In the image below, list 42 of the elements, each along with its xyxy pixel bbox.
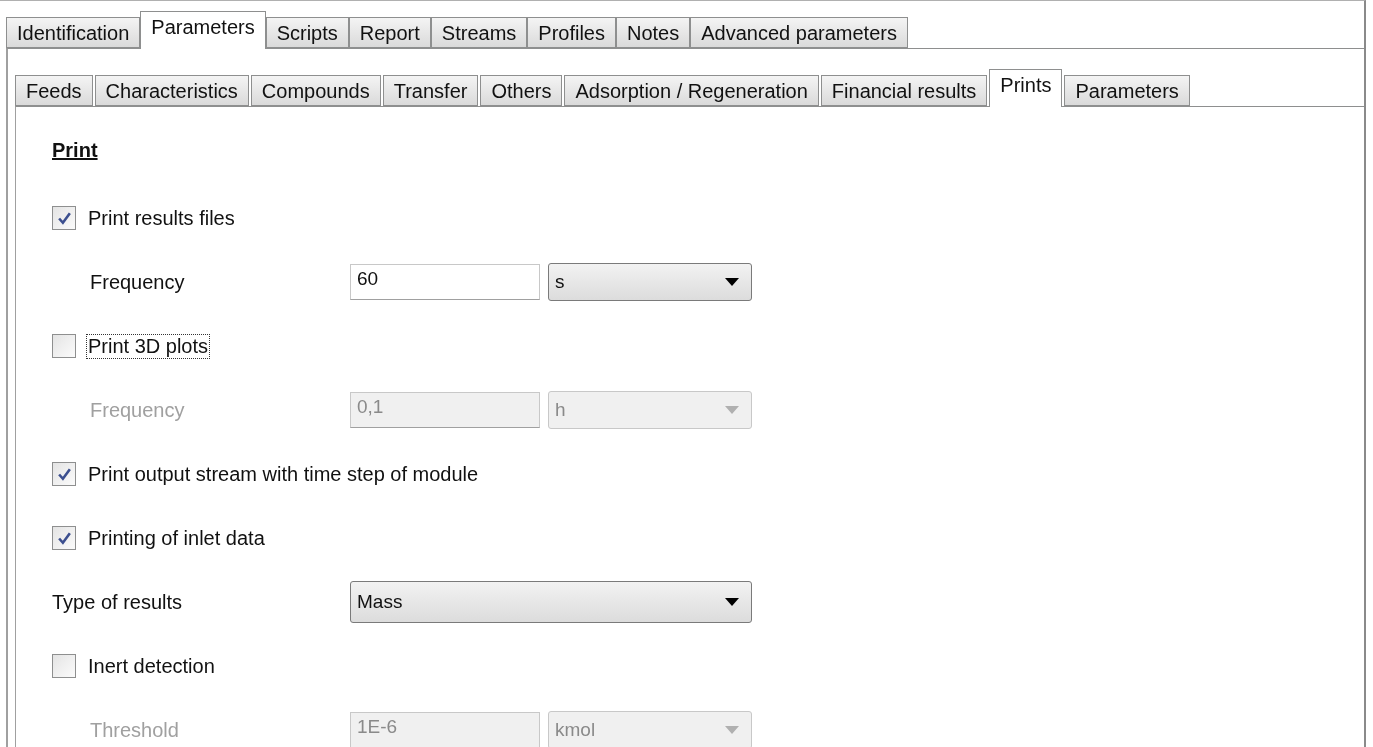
tab[interactable]: Adsorption / Regeneration	[564, 75, 819, 106]
checkbox-label: Inert detection	[87, 653, 216, 679]
checkbox-label: Print output stream with time step of module	[87, 461, 480, 487]
section-title: Print	[52, 139, 98, 162]
tab[interactable]: Feeds	[15, 75, 93, 106]
tab[interactable]: Advanced parameters	[690, 17, 908, 48]
tab[interactable]: Notes	[616, 17, 691, 48]
tab[interactable]: Profiles	[527, 17, 616, 48]
tab[interactable]: Characteristics	[94, 75, 249, 106]
tab[interactable]: Identification	[6, 17, 141, 48]
field-label: Threshold	[90, 718, 180, 742]
checkbox-label: Printing of inlet data	[87, 525, 266, 551]
tab[interactable]: Financial results	[820, 75, 988, 106]
checkbox-label: Print results files	[87, 205, 236, 231]
checkmark-icon	[56, 466, 72, 482]
checkbox[interactable]	[52, 654, 76, 678]
tab[interactable]: Scripts	[265, 17, 349, 48]
caret-icon	[725, 406, 739, 414]
unit-dropdown[interactable]: s	[548, 263, 752, 301]
caret-icon	[725, 726, 739, 734]
input-field[interactable]: 60	[350, 264, 540, 300]
field-label: Frequency	[90, 398, 186, 422]
tab[interactable]: Transfer	[382, 75, 479, 106]
checkbox[interactable]	[52, 334, 76, 358]
tab[interactable]: Compounds	[250, 75, 381, 106]
field-label: Frequency	[90, 270, 186, 294]
checkbox-label: Print 3D plots	[86, 333, 211, 359]
tab[interactable]: Report	[348, 17, 431, 48]
checkbox[interactable]	[52, 206, 76, 230]
checkmark-icon	[56, 210, 72, 226]
checkmark-icon	[56, 530, 72, 546]
checkbox[interactable]	[52, 526, 76, 550]
tab[interactable]: Prints	[989, 69, 1063, 107]
tab[interactable]: Parameters	[140, 11, 266, 49]
tab[interactable]: Others	[480, 75, 563, 106]
type-dropdown[interactable]: Mass	[350, 581, 752, 623]
tab[interactable]: Streams	[430, 17, 528, 48]
caret-icon	[725, 278, 739, 286]
caret-icon	[725, 598, 739, 606]
checkbox[interactable]	[52, 462, 76, 486]
field-label: Type of results	[52, 590, 184, 614]
tab[interactable]: Parameters	[1064, 75, 1190, 106]
